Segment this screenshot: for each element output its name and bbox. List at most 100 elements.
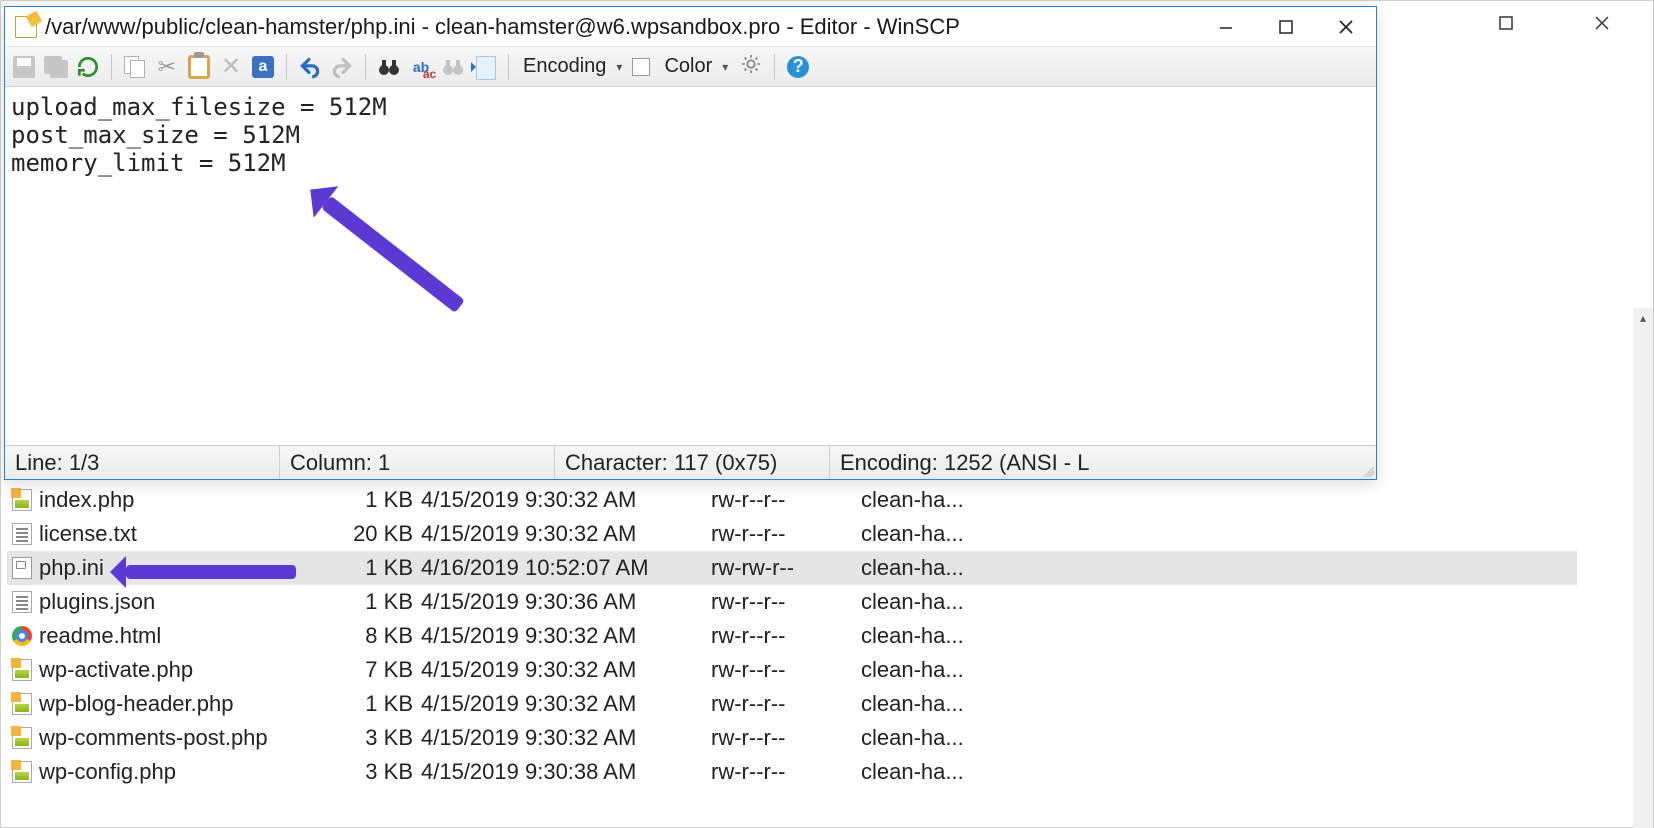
- annotation-arrow: [126, 565, 296, 579]
- paste-button[interactable]: [186, 54, 212, 80]
- editor-statusbar: Line: 1/3 Column: 1 Character: 117 (0x75…: [5, 445, 1376, 479]
- reload-button[interactable]: [75, 54, 101, 80]
- file-permissions: rw-rw-r--: [711, 555, 861, 581]
- chevron-down-icon[interactable]: ▾: [722, 60, 732, 74]
- maximize-button[interactable]: [1256, 7, 1316, 47]
- save-button[interactable]: [11, 54, 37, 80]
- status-character: Character: 117 (0x75): [555, 446, 830, 479]
- file-date: 4/15/2019 9:30:32 AM: [421, 725, 711, 751]
- php-file-icon: [7, 761, 37, 783]
- scroll-up-icon[interactable]: ▴: [1633, 308, 1653, 328]
- file-date: 4/15/2019 9:30:36 AM: [421, 589, 711, 615]
- resize-grip-icon[interactable]: [1356, 459, 1374, 477]
- copy-button[interactable]: [122, 54, 148, 80]
- file-date: 4/15/2019 9:30:32 AM: [421, 487, 711, 513]
- file-permissions: rw-r--r--: [711, 691, 861, 717]
- file-row[interactable]: wp-activate.php7 KB4/15/2019 9:30:32 AMr…: [7, 653, 1577, 687]
- file-name: index.php: [37, 487, 301, 513]
- file-date: 4/15/2019 9:30:32 AM: [421, 657, 711, 683]
- bg-window-controls: [1483, 1, 1653, 45]
- file-size: 1 KB: [301, 555, 421, 581]
- file-row[interactable]: readme.html8 KB4/15/2019 9:30:32 AMrw-r-…: [7, 619, 1577, 653]
- file-permissions: rw-r--r--: [711, 657, 861, 683]
- file-list[interactable]: index.php1 KB4/15/2019 9:30:32 AMrw-r--r…: [7, 483, 1577, 789]
- editor-toolbar: ✂ ✕ a abac Encoding ▾ Color ▾ ?: [5, 47, 1376, 87]
- cut-button[interactable]: ✂: [154, 54, 180, 80]
- file-size: 20 KB: [301, 521, 421, 547]
- editor-app-icon: [15, 16, 37, 38]
- status-column: Column: 1: [280, 446, 555, 479]
- file-date: 4/15/2019 9:30:32 AM: [421, 691, 711, 717]
- file-size: 3 KB: [301, 759, 421, 785]
- chrome-file-icon: [7, 626, 37, 646]
- editor-window: /var/www/public/clean-hamster/php.ini - …: [4, 6, 1377, 480]
- bg-close-button[interactable]: [1579, 8, 1625, 38]
- php-file-icon: [7, 489, 37, 511]
- file-date: 4/15/2019 9:30:32 AM: [421, 521, 711, 547]
- file-name: wp-comments-post.php: [37, 725, 301, 751]
- file-owner: clean-ha...: [861, 487, 1001, 513]
- undo-button[interactable]: [297, 54, 323, 80]
- file-size: 3 KB: [301, 725, 421, 751]
- file-owner: clean-ha...: [861, 623, 1001, 649]
- file-owner: clean-ha...: [861, 759, 1001, 785]
- find-button[interactable]: [376, 54, 402, 80]
- txt-file-icon: [7, 523, 37, 545]
- chevron-down-icon[interactable]: ▾: [616, 60, 626, 74]
- preferences-button[interactable]: [738, 54, 764, 80]
- txt-file-icon: [7, 591, 37, 613]
- file-owner: clean-ha...: [861, 521, 1001, 547]
- ini-file-icon: [7, 557, 37, 579]
- file-permissions: rw-r--r--: [711, 725, 861, 751]
- file-size: 1 KB: [301, 589, 421, 615]
- status-line: Line: 1/3: [5, 446, 280, 479]
- php-file-icon: [7, 693, 37, 715]
- encoding-menu[interactable]: Encoding: [519, 55, 610, 78]
- replace-button[interactable]: abac: [408, 54, 434, 80]
- file-row[interactable]: wp-blog-header.php1 KB4/15/2019 9:30:32 …: [7, 687, 1577, 721]
- toolbar-separator: [365, 54, 366, 80]
- close-button[interactable]: [1316, 7, 1376, 47]
- toolbar-separator: [286, 54, 287, 80]
- file-row[interactable]: license.txt20 KB4/15/2019 9:30:32 AMrw-r…: [7, 517, 1577, 551]
- file-name: wp-blog-header.php: [37, 691, 301, 717]
- file-date: 4/15/2019 9:30:38 AM: [421, 759, 711, 785]
- editor-titlebar[interactable]: /var/www/public/clean-hamster/php.ini - …: [5, 7, 1376, 47]
- file-name: wp-config.php: [37, 759, 301, 785]
- select-all-button[interactable]: a: [250, 54, 276, 80]
- bg-maximize-button[interactable]: [1483, 8, 1529, 38]
- file-name: readme.html: [37, 623, 301, 649]
- file-row[interactable]: wp-comments-post.php3 KB4/15/2019 9:30:3…: [7, 721, 1577, 755]
- file-owner: clean-ha...: [861, 555, 1001, 581]
- color-swatch[interactable]: [632, 58, 650, 76]
- file-permissions: rw-r--r--: [711, 623, 861, 649]
- file-row[interactable]: index.php1 KB4/15/2019 9:30:32 AMrw-r--r…: [7, 483, 1577, 517]
- file-permissions: rw-r--r--: [711, 521, 861, 547]
- file-owner: clean-ha...: [861, 657, 1001, 683]
- file-size: 7 KB: [301, 657, 421, 683]
- status-encoding: Encoding: 1252 (ANSI - L: [830, 446, 1356, 479]
- php-file-icon: [7, 727, 37, 749]
- help-button[interactable]: ?: [785, 54, 811, 80]
- redo-button[interactable]: [329, 54, 355, 80]
- goto-line-button[interactable]: [472, 54, 498, 80]
- file-name: license.txt: [37, 521, 301, 547]
- minimize-button[interactable]: [1196, 7, 1256, 47]
- file-row[interactable]: plugins.json1 KB4/15/2019 9:30:36 AMrw-r…: [7, 585, 1577, 619]
- file-permissions: rw-r--r--: [711, 589, 861, 615]
- save-all-button[interactable]: [43, 54, 69, 80]
- php-file-icon: [7, 659, 37, 681]
- bg-scrollbar[interactable]: ▴: [1633, 308, 1653, 828]
- editor-title: /var/www/public/clean-hamster/php.ini - …: [45, 14, 1196, 40]
- delete-button[interactable]: ✕: [218, 54, 244, 80]
- editor-textarea[interactable]: upload_max_filesize = 512M post_max_size…: [5, 87, 1376, 445]
- file-name: plugins.json: [37, 589, 301, 615]
- color-menu[interactable]: Color: [660, 55, 716, 78]
- file-owner: clean-ha...: [861, 725, 1001, 751]
- file-date: 4/15/2019 9:30:32 AM: [421, 623, 711, 649]
- find-next-button[interactable]: [440, 54, 466, 80]
- file-size: 1 KB: [301, 691, 421, 717]
- file-row[interactable]: wp-config.php3 KB4/15/2019 9:30:38 AMrw-…: [7, 755, 1577, 789]
- file-name: wp-activate.php: [37, 657, 301, 683]
- file-permissions: rw-r--r--: [711, 487, 861, 513]
